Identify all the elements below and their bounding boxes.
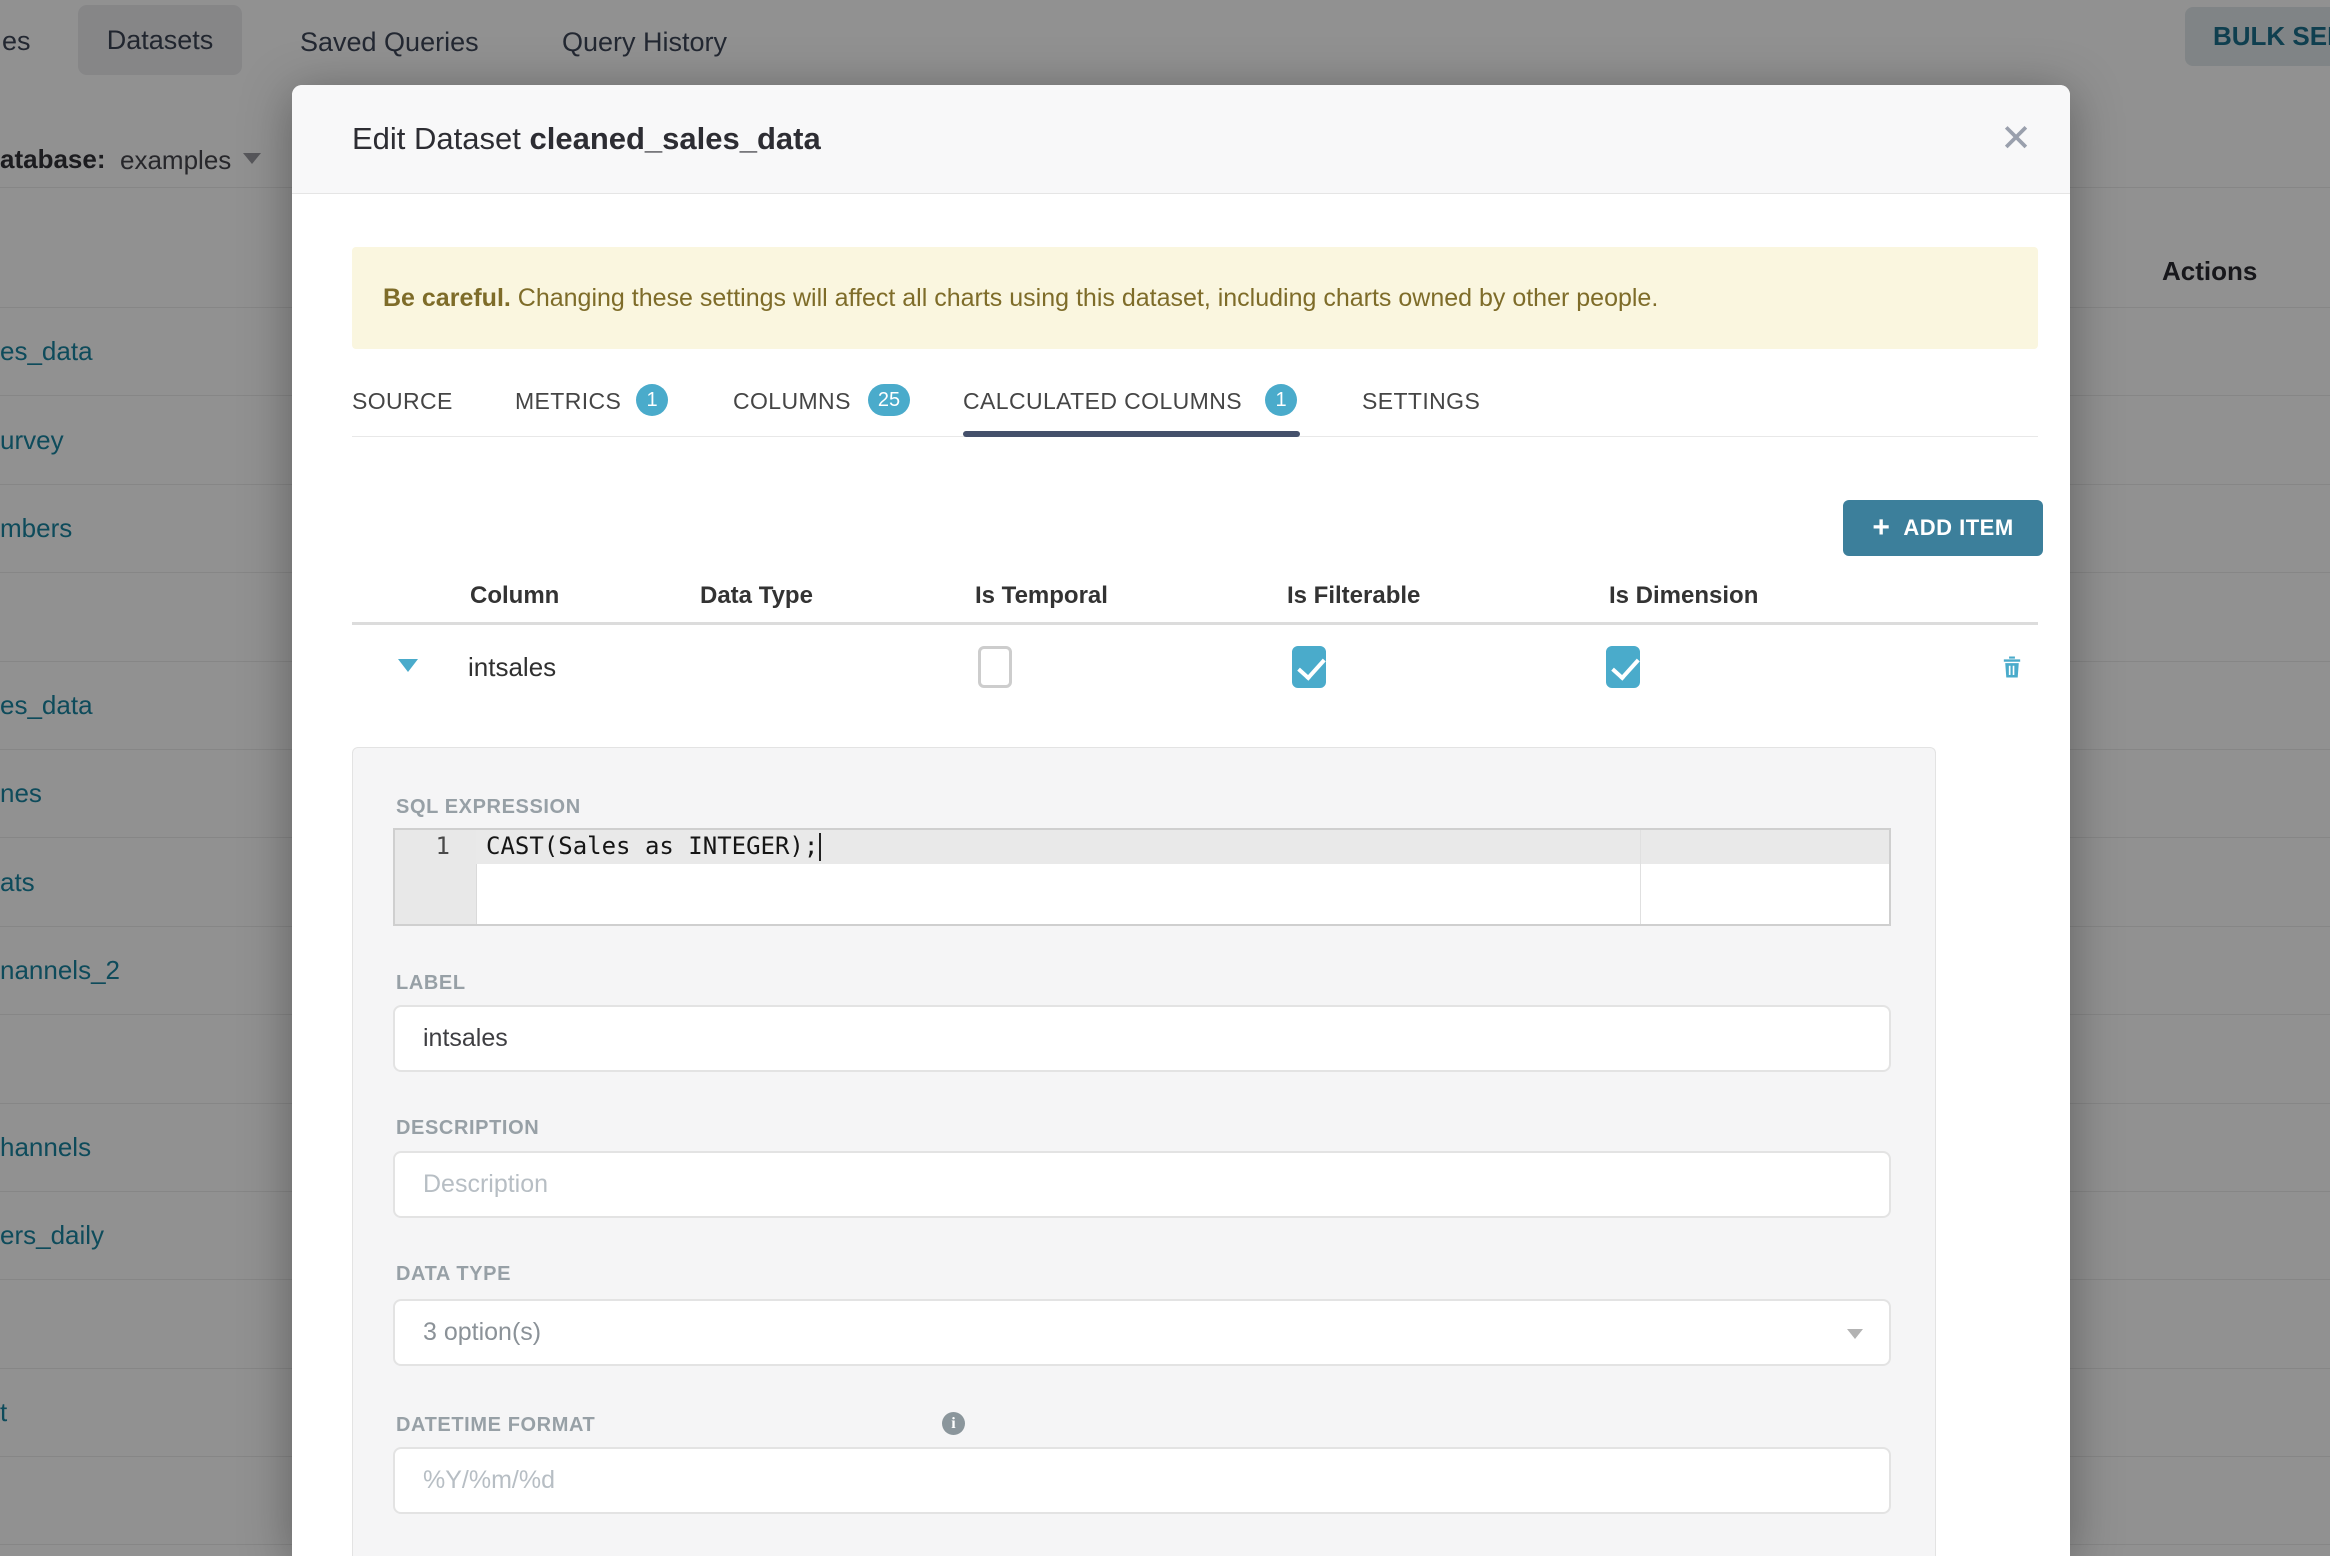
close-icon[interactable]: ✕ — [2000, 117, 2032, 161]
sql-editor[interactable]: 1 CAST(Sales as INTEGER); — [393, 828, 1891, 926]
datetime-format-field-label: DATETIME FORMAT — [396, 1414, 596, 1436]
description-field-label: DESCRIPTION — [396, 1117, 540, 1139]
is-temporal-checkbox[interactable] — [978, 646, 1012, 688]
editor-line-number: 1 — [435, 832, 450, 860]
tab-calculated-columns[interactable]: CALCULATED COLUMNS — [963, 388, 1242, 415]
delete-icon[interactable] — [1998, 653, 2026, 681]
print-margin-line — [1640, 830, 1641, 924]
modal-title-prefix: Edit Dataset — [352, 121, 530, 156]
modal-title: Edit Dataset cleaned_sales_data — [352, 85, 821, 193]
column-name: intsales — [468, 652, 557, 682]
col-header-is-filterable: Is Filterable — [1287, 582, 1421, 609]
description-input[interactable] — [393, 1151, 1891, 1218]
tab-metrics[interactable]: METRICS — [515, 388, 621, 415]
plus-icon: + — [1872, 511, 1891, 544]
chevron-down-icon — [1847, 1329, 1863, 1339]
col-header-column: Column — [470, 582, 560, 609]
add-item-button[interactable]: + ADD ITEM — [1843, 500, 2043, 556]
sql-code: CAST(Sales as INTEGER); — [486, 832, 822, 861]
tab-columns-badge: 25 — [868, 384, 910, 416]
calculated-column-editor-panel: SQL EXPRESSION 1 CAST(Sales as INTEGER);… — [352, 747, 1936, 1556]
edit-dataset-modal: Edit Dataset cleaned_sales_data ✕ Be car… — [292, 85, 2070, 1556]
info-icon[interactable]: i — [942, 1412, 965, 1435]
data-type-select[interactable]: 3 option(s) — [393, 1299, 1891, 1366]
col-header-is-dimension: Is Dimension — [1609, 582, 1759, 609]
tab-calculated-columns-badge: 1 — [1265, 384, 1297, 416]
is-filterable-checkbox[interactable] — [1292, 646, 1326, 688]
is-dimension-checkbox[interactable] — [1606, 646, 1640, 688]
sql-code-text: CAST(Sales as INTEGER); — [486, 832, 819, 860]
tab-source[interactable]: SOURCE — [352, 388, 453, 415]
add-item-label: ADD ITEM — [1903, 515, 2014, 540]
col-header-is-temporal: Is Temporal — [975, 582, 1108, 609]
label-field-label: LABEL — [396, 972, 466, 994]
table-header-divider — [352, 622, 2038, 625]
col-header-data-type: Data Type — [700, 582, 813, 609]
tab-metrics-badge: 1 — [636, 384, 668, 416]
modal-header: Edit Dataset cleaned_sales_data ✕ — [292, 85, 2070, 194]
data-type-value: 3 option(s) — [423, 1318, 542, 1346]
warning-banner-bold: Be careful. — [383, 284, 511, 312]
data-type-field-label: DATA TYPE — [396, 1263, 512, 1285]
modal-title-dataset-name: cleaned_sales_data — [529, 121, 821, 156]
label-input[interactable] — [393, 1005, 1891, 1072]
tab-columns[interactable]: COLUMNS — [733, 388, 851, 415]
sql-expression-label: SQL EXPRESSION — [396, 796, 581, 818]
expand-row-caret-icon[interactable] — [398, 659, 418, 672]
text-cursor — [819, 833, 822, 861]
active-tab-underline — [963, 431, 1300, 437]
tab-settings[interactable]: SETTINGS — [1362, 388, 1480, 415]
warning-banner: Be careful. Changing these settings will… — [352, 247, 2038, 349]
datetime-format-input[interactable] — [393, 1447, 1891, 1514]
warning-banner-text: Changing these settings will affect all … — [510, 284, 1659, 312]
